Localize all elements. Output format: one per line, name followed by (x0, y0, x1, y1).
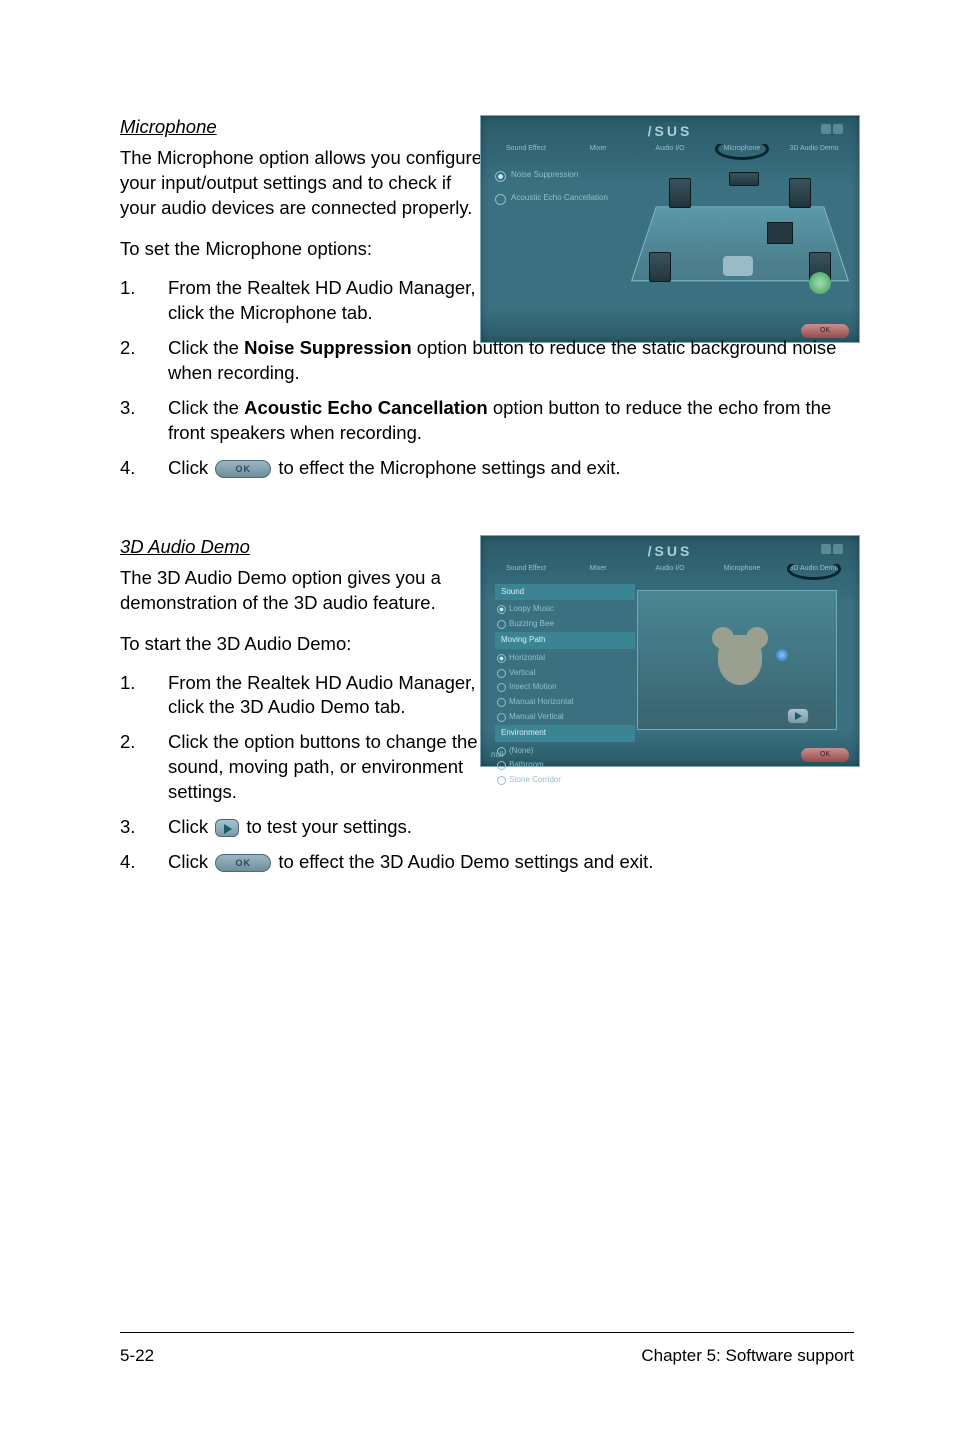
screenshot-brand: /SUS (481, 122, 859, 141)
tab-mixer[interactable]: Mixer (565, 144, 631, 160)
screenshot-ok-button[interactable]: OK (801, 748, 849, 762)
microphone-intro: The Microphone option allows you configu… (120, 146, 490, 221)
demo3d-screenshot: /SUS Sound Effect Mixer Audio I/O Microp… (480, 535, 860, 767)
group-path-head: Moving Path (495, 632, 635, 649)
demo3d-step-3: Click to test your settings. (120, 815, 854, 840)
path-option[interactable]: Vertical (495, 666, 635, 681)
window-controls (821, 544, 849, 556)
ok-button-icon: OK (215, 854, 271, 872)
path-option[interactable]: Horizontal (495, 651, 635, 666)
option-acoustic-echo-cancellation[interactable]: Acoustic Echo Cancellation (495, 187, 625, 210)
demo3d-to-line: To start the 3D Audio Demo: (120, 632, 490, 657)
path-option[interactable]: Manual Horizontal (495, 695, 635, 710)
tab-audio-io[interactable]: Audio I/O (637, 144, 703, 160)
tab-sound-effect[interactable]: Sound Effect (493, 564, 559, 580)
demo3d-heading: 3D Audio Demo (120, 535, 490, 560)
ok-button-icon: OK (215, 460, 271, 478)
sound-option[interactable]: Loopy Music (495, 602, 635, 617)
room-diagram (635, 164, 845, 304)
sound-source-icon (776, 649, 788, 661)
tab-3d-audio-demo[interactable]: 3D Audio Demo (781, 564, 847, 580)
play-button[interactable] (787, 708, 809, 724)
group-sound-head: Sound (495, 584, 635, 601)
env-option[interactable]: Stone Corridor (495, 773, 635, 788)
env-option[interactable]: Bathroom (495, 758, 635, 773)
mic-step-4: Click OK to effect the Microphone settin… (120, 456, 854, 481)
tab-microphone[interactable]: Microphone (709, 144, 775, 160)
demo3d-step-2: Click the option buttons to change the s… (120, 730, 490, 805)
demo3d-step-1: From the Realtek HD Audio Manager, click… (120, 671, 490, 721)
mic-step-1: From the Realtek HD Audio Manager, click… (120, 276, 490, 326)
path-option[interactable]: Insect Motion (495, 680, 635, 695)
path-option[interactable]: Manual Vertical (495, 710, 635, 725)
tab-microphone[interactable]: Microphone (709, 564, 775, 580)
tab-sound-effect[interactable]: Sound Effect (493, 144, 559, 160)
highlight-ring-icon (715, 144, 769, 160)
globe-icon (809, 272, 831, 294)
microphone-heading: Microphone (120, 115, 490, 140)
tab-3d-audio-demo[interactable]: 3D Audio Demo (781, 144, 847, 160)
microphone-screenshot: /SUS Sound Effect Mixer Audio I/O Microp… (480, 115, 860, 343)
tab-audio-io[interactable]: Audio I/O (637, 564, 703, 580)
page-number: 5-22 (120, 1345, 154, 1368)
highlight-ring-icon (787, 564, 841, 580)
option-noise-suppression[interactable]: Noise Suppression (495, 164, 625, 187)
play-button-icon (215, 819, 239, 837)
tab-mixer[interactable]: Mixer (565, 564, 631, 580)
screenshot-brand: /SUS (481, 542, 859, 561)
chapter-label: Chapter 5: Software support (641, 1345, 854, 1368)
mic-step-2: Click the Noise Suppression option butto… (120, 336, 854, 386)
mic-step-3: Click the Acoustic Echo Cancellation opt… (120, 396, 854, 446)
group-env-head: Environment (495, 725, 635, 742)
window-controls (821, 124, 849, 136)
head-icon (718, 635, 762, 685)
demo3d-step-4: Click OK to effect the 3D Audio Demo set… (120, 850, 854, 875)
screenshot-status: null (491, 750, 503, 761)
sound-option[interactable]: Buzzing Bee (495, 617, 635, 632)
demo3d-intro: The 3D Audio Demo option gives you a dem… (120, 566, 490, 616)
env-option[interactable]: (None) (495, 744, 635, 759)
microphone-to-line: To set the Microphone options: (120, 237, 490, 262)
